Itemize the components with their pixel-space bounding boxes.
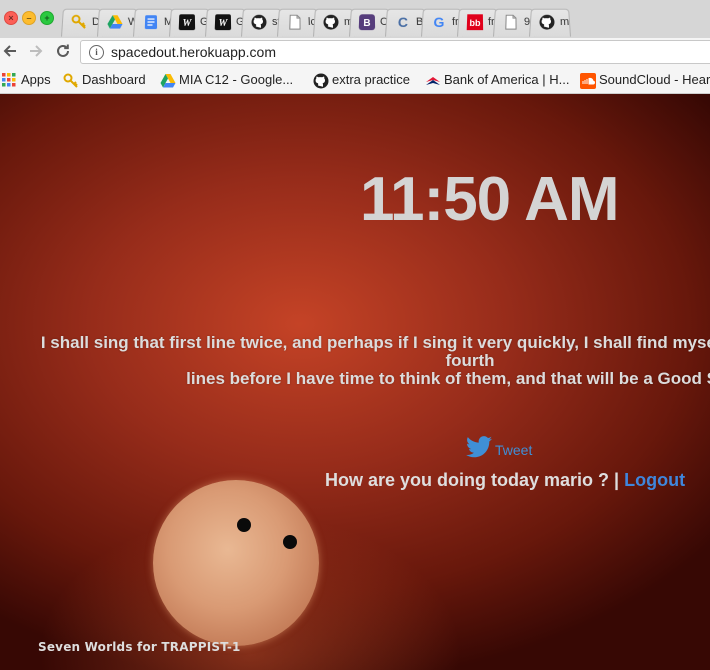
tab-strip: DWMWGWGstlcmBCCBGfrbbfr9m bbox=[60, 5, 572, 38]
svg-text:B: B bbox=[363, 18, 370, 29]
info-icon[interactable]: i bbox=[89, 45, 104, 60]
page-icon bbox=[503, 14, 519, 30]
svg-text:bb: bb bbox=[469, 18, 480, 28]
svg-text:W: W bbox=[182, 18, 193, 29]
window-maximize-button[interactable]: + bbox=[40, 11, 54, 25]
arrow-left-icon bbox=[3, 45, 16, 57]
moon-dot bbox=[237, 518, 251, 532]
svg-text:W: W bbox=[218, 18, 229, 29]
url-text[interactable]: spacedout.herokuapp.com bbox=[111, 44, 276, 60]
bookmark-label: Dashboard bbox=[82, 72, 146, 87]
trappist-planet bbox=[153, 480, 319, 646]
browser-toolbar: i spacedout.herokuapp.com bbox=[0, 38, 710, 66]
svg-text:G: G bbox=[433, 15, 444, 30]
bank-of-america-icon bbox=[425, 73, 440, 87]
page-content: 11:50 AM I shall sing that first line tw… bbox=[0, 94, 710, 670]
quote-text: I shall sing that first line twice, and … bbox=[30, 334, 710, 388]
bookmark-item[interactable]: SoundCloud - Hear bbox=[580, 72, 710, 89]
browser-tab-bar: × – + DWMWGWGstlcmBCCBGfrbbfr9m bbox=[0, 0, 710, 39]
arrow-right-icon bbox=[30, 45, 43, 57]
apps-grid-icon bbox=[2, 72, 16, 87]
bookmark-item[interactable]: Bank of America | H... bbox=[425, 72, 569, 87]
browser-tab[interactable]: m bbox=[528, 8, 572, 37]
bookmark-label: Apps bbox=[21, 72, 51, 87]
browser-tab-content: BC bbox=[358, 14, 389, 31]
quote-line-1: I shall sing that first line twice, and … bbox=[40, 333, 710, 370]
window-minimize-button[interactable]: – bbox=[22, 11, 36, 25]
browser-tab-content: D bbox=[71, 14, 101, 30]
bookmark-item[interactable]: MIA C12 - Google... bbox=[160, 72, 293, 87]
address-bar[interactable]: i spacedout.herokuapp.com bbox=[80, 40, 710, 64]
window-close-button[interactable]: × bbox=[4, 11, 18, 25]
bookmark-label: extra practice bbox=[332, 72, 411, 87]
browser-tab-content: bb fr bbox=[466, 14, 496, 31]
tweet-button[interactable]: Tweet bbox=[466, 435, 532, 458]
bookmark-label: MIA C12 - Google... bbox=[179, 72, 294, 87]
greeting: How are you doing today mario ? | Logout bbox=[325, 470, 685, 491]
browser-tab-content: lc bbox=[287, 14, 317, 30]
google-docs-icon bbox=[143, 14, 159, 30]
browser-tab-content: Gfr bbox=[431, 14, 460, 30]
clock: 11:50 AM bbox=[360, 165, 619, 234]
browser-tab-content: m bbox=[539, 14, 570, 30]
bootstrap-icon: B bbox=[358, 14, 376, 31]
w-logo-icon: W bbox=[214, 14, 232, 31]
soundcloud-icon bbox=[580, 72, 596, 89]
footer-title: Seven Worlds for TRAPPIST-1 bbox=[38, 640, 241, 654]
google-drive-icon bbox=[107, 14, 123, 30]
greeting-separator: | bbox=[614, 470, 620, 490]
greeting-text: How are you doing today mario ? bbox=[325, 470, 610, 490]
forward-button[interactable] bbox=[26, 42, 46, 62]
browser-tab-content: CB bbox=[395, 14, 424, 30]
bookmark-item[interactable]: Apps bbox=[2, 72, 51, 87]
key-icon bbox=[71, 14, 87, 30]
page-icon bbox=[287, 14, 303, 30]
browser-tab-content: 9 bbox=[503, 14, 531, 30]
logout-link[interactable]: Logout bbox=[624, 470, 685, 490]
twitter-bird-icon bbox=[466, 435, 492, 457]
bookmarks-bar: Apps Dashboard MIA C12 - Google... extra pr… bbox=[0, 66, 710, 94]
bookmark-label: Bank of America | H... bbox=[444, 72, 570, 87]
back-button[interactable] bbox=[0, 42, 20, 62]
c-logo-icon: C bbox=[395, 14, 411, 30]
google-drive-icon bbox=[160, 73, 176, 87]
bb-logo-icon: bb bbox=[466, 14, 484, 31]
github-icon bbox=[539, 14, 555, 30]
github-icon bbox=[313, 73, 329, 88]
reload-icon bbox=[57, 44, 69, 57]
w-logo-icon: W bbox=[178, 14, 196, 31]
bookmark-item[interactable]: Dashboard bbox=[63, 72, 146, 88]
bookmark-label: SoundCloud - Hear bbox=[599, 72, 710, 87]
google-icon: G bbox=[431, 14, 447, 30]
tweet-label[interactable]: Tweet bbox=[495, 442, 532, 458]
reload-button[interactable] bbox=[53, 42, 73, 62]
bookmark-item[interactable]: extra practice bbox=[313, 72, 411, 88]
key-icon bbox=[63, 73, 78, 88]
moon-dot bbox=[283, 535, 297, 549]
github-icon bbox=[251, 14, 267, 30]
github-icon bbox=[323, 14, 339, 30]
quote-line-2: lines before I have time to think of the… bbox=[186, 369, 710, 388]
browser-tab-label: m bbox=[559, 16, 570, 29]
svg-text:C: C bbox=[398, 15, 409, 30]
